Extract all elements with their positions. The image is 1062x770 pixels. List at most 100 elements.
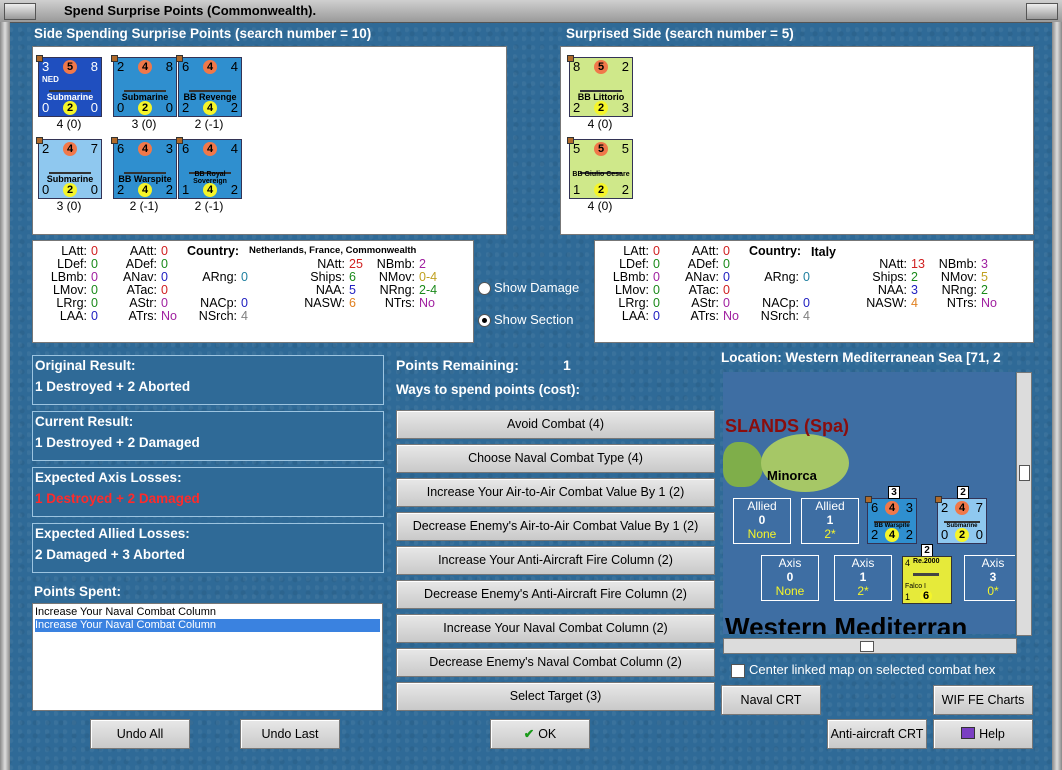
spend-option-button[interactable]: Choose Naval Combat Type (4) xyxy=(396,444,715,473)
stat-label-nmov: NMov: xyxy=(940,270,977,284)
box-sub: 2* xyxy=(857,584,869,598)
box-title: Axis xyxy=(778,556,802,570)
map-vscroll[interactable] xyxy=(1016,372,1032,636)
sea-label: Western Mediterran xyxy=(725,612,968,634)
center-linked-checkbox[interactable] xyxy=(731,664,745,678)
axis-box[interactable]: Axis 3 0* xyxy=(964,555,1015,601)
close-button[interactable] xyxy=(1026,3,1058,20)
spend-option-button[interactable]: Increase Your Anti-Aircraft Fire Column … xyxy=(396,546,715,575)
stat-label-latt: LAtt: xyxy=(623,244,649,258)
stat-value-latt: 0 xyxy=(91,244,98,258)
unit-asw: 0 xyxy=(90,100,98,115)
unit-aa: 2 xyxy=(117,182,125,197)
map-view[interactable]: SLANDS (Spa) Minorca Allied 0 None Allied 1 2… xyxy=(723,372,1015,634)
stat-label-nrng: NRng: xyxy=(941,283,977,297)
show-section-label[interactable]: Show Section xyxy=(494,312,574,327)
unit-counter[interactable]: 6 4 3 BB Warspite 2 4 2 xyxy=(111,137,177,199)
show-section-radio[interactable] xyxy=(478,314,491,327)
stat-value-atrs: No xyxy=(723,309,739,323)
stat-value-naa: 3 xyxy=(911,283,918,297)
stat-label-laa: LAA: xyxy=(621,309,649,323)
stat-label-anav: ANav: xyxy=(684,270,719,284)
axis-box[interactable]: Axis 1 2* xyxy=(834,555,892,601)
stat-label-lbmb: LBmb: xyxy=(612,270,649,284)
unit-caption: 2 (-1) xyxy=(194,199,224,213)
box-count: 1 xyxy=(859,570,867,584)
unit-asw: 0 xyxy=(90,182,98,197)
stat-value-anav: 0 xyxy=(161,270,168,284)
stat-value-nbmb: 2 xyxy=(419,257,426,271)
spend-option-button[interactable]: Decrease Enemy's Air-to-Air Combat Value… xyxy=(396,512,715,541)
wif-charts-button[interactable]: WIF FE Charts xyxy=(933,685,1033,715)
menu-button[interactable] xyxy=(4,3,36,20)
unit-caption: 3 (0) xyxy=(131,117,157,131)
unit-counter[interactable]: 2 4 8 Submarine 0 2 0 xyxy=(111,55,177,117)
unit-range: 7 xyxy=(975,500,983,515)
air-unit-name: Re.2000 xyxy=(913,558,940,565)
undo-all-button[interactable]: Undo All xyxy=(90,719,190,749)
unit-move: 4 xyxy=(203,101,217,115)
unit-defense: 4 xyxy=(203,60,217,74)
center-linked-label[interactable]: Center linked map on selected combat hex xyxy=(749,662,995,677)
spend-option-button[interactable]: Decrease Enemy's Anti-Aircraft Fire Colu… xyxy=(396,580,715,609)
stat-value-nasw: 6 xyxy=(349,296,356,310)
naval-crt-button[interactable]: Naval CRT xyxy=(721,685,821,715)
stat-label-naa: NAA: xyxy=(315,283,345,297)
unit-attack: 6 xyxy=(117,141,125,156)
points-spent-list[interactable]: Increase Your Naval Combat Column Increa… xyxy=(32,603,383,711)
ok-button[interactable]: ✔ OK xyxy=(490,719,590,749)
unit-name: BB Giulio Cesare xyxy=(572,171,630,178)
unit-counter[interactable]: 6 4 4 BB Revenge 2 4 2 xyxy=(176,55,242,117)
stat-label-nacp: NACp: xyxy=(762,296,799,310)
unit-counter[interactable]: 8 5 2 BB Littorio 2 2 3 xyxy=(567,55,633,117)
stat-value-arng: 0 xyxy=(241,270,248,284)
unit-attack: 2 xyxy=(117,59,125,74)
stat-label-lmov: LMov: xyxy=(52,283,87,297)
points-remaining-label: Points Remaining: xyxy=(396,357,519,373)
spend-option-button[interactable]: Avoid Combat (4) xyxy=(396,410,715,439)
map-vscroll-thumb[interactable] xyxy=(1019,465,1030,481)
allied-box[interactable]: Allied 1 2* xyxy=(801,498,859,544)
air-unit-subname: Falco I xyxy=(905,583,927,590)
unit-defense: 5 xyxy=(594,60,608,74)
axis-box[interactable]: Axis 0 None xyxy=(761,555,819,601)
unit-attack: 8 xyxy=(573,59,581,74)
spend-option-button[interactable]: Decrease Enemy's Naval Combat Column (2) xyxy=(396,648,715,677)
aa-crt-button[interactable]: Anti-aircraft CRT xyxy=(827,719,927,749)
list-item-selected[interactable]: Increase Your Naval Combat Column xyxy=(35,619,380,632)
stat-value-arng: 0 xyxy=(803,270,810,284)
left-rail xyxy=(0,22,10,770)
air-unit-counter[interactable]: 4 Re.2000 Falco I 16 xyxy=(902,556,952,604)
map-hscroll-thumb[interactable] xyxy=(860,641,874,652)
stat-label-astr: AStr: xyxy=(129,296,157,310)
map-hscroll[interactable] xyxy=(723,638,1017,654)
stat-label-atrs: ATrs: xyxy=(128,309,157,323)
stat-label-nacp: NACp: xyxy=(200,296,237,310)
unit-counter[interactable]: 5 5 5 BB Giulio Cesare 1 2 2 xyxy=(567,137,633,199)
ship-silhouette-icon xyxy=(874,515,910,523)
unit-aa: 2 xyxy=(182,100,190,115)
stack-count-badge: 2 xyxy=(957,486,969,499)
stat-label-anav: ANav: xyxy=(122,270,157,284)
spend-option-button[interactable]: Increase Your Naval Combat Column (2) xyxy=(396,614,715,643)
unit-counter[interactable]: 3 5 8 NED Submarine 0 2 0 xyxy=(36,55,102,117)
help-button[interactable]: Help xyxy=(933,719,1033,749)
map-unit-counter[interactable]: 2 4 7 Submarine 0 2 0 xyxy=(935,496,987,544)
map-unit-counter[interactable]: 6 4 3 BB Warspite 2 4 2 xyxy=(865,496,917,544)
stat-value-astr: 0 xyxy=(161,296,168,310)
map-location: Location: Western Mediterranean Sea [71,… xyxy=(721,350,1001,365)
list-item[interactable]: Increase Your Naval Combat Column xyxy=(35,606,380,619)
allied-box[interactable]: Allied 0 None xyxy=(733,498,791,544)
spend-option-button[interactable]: Select Target (3) xyxy=(396,682,715,711)
undo-last-button[interactable]: Undo Last xyxy=(240,719,340,749)
stat-label-latt: LAtt: xyxy=(61,244,87,258)
show-damage-label[interactable]: Show Damage xyxy=(494,280,579,295)
unit-aa: 1 xyxy=(573,182,581,197)
current-result-panel: Current Result: 1 Destroyed + 2 Damaged xyxy=(32,411,384,461)
unit-counter[interactable]: 2 4 7 Submarine 0 2 0 xyxy=(36,137,102,199)
unit-counter[interactable]: 6 4 4 BB Royal Sovereign 1 4 2 xyxy=(176,137,242,199)
stat-value-ships: 2 xyxy=(911,270,918,284)
show-damage-radio[interactable] xyxy=(478,282,491,295)
unit-aa: 2 xyxy=(573,100,581,115)
spend-option-button[interactable]: Increase Your Air-to-Air Combat Value By… xyxy=(396,478,715,507)
